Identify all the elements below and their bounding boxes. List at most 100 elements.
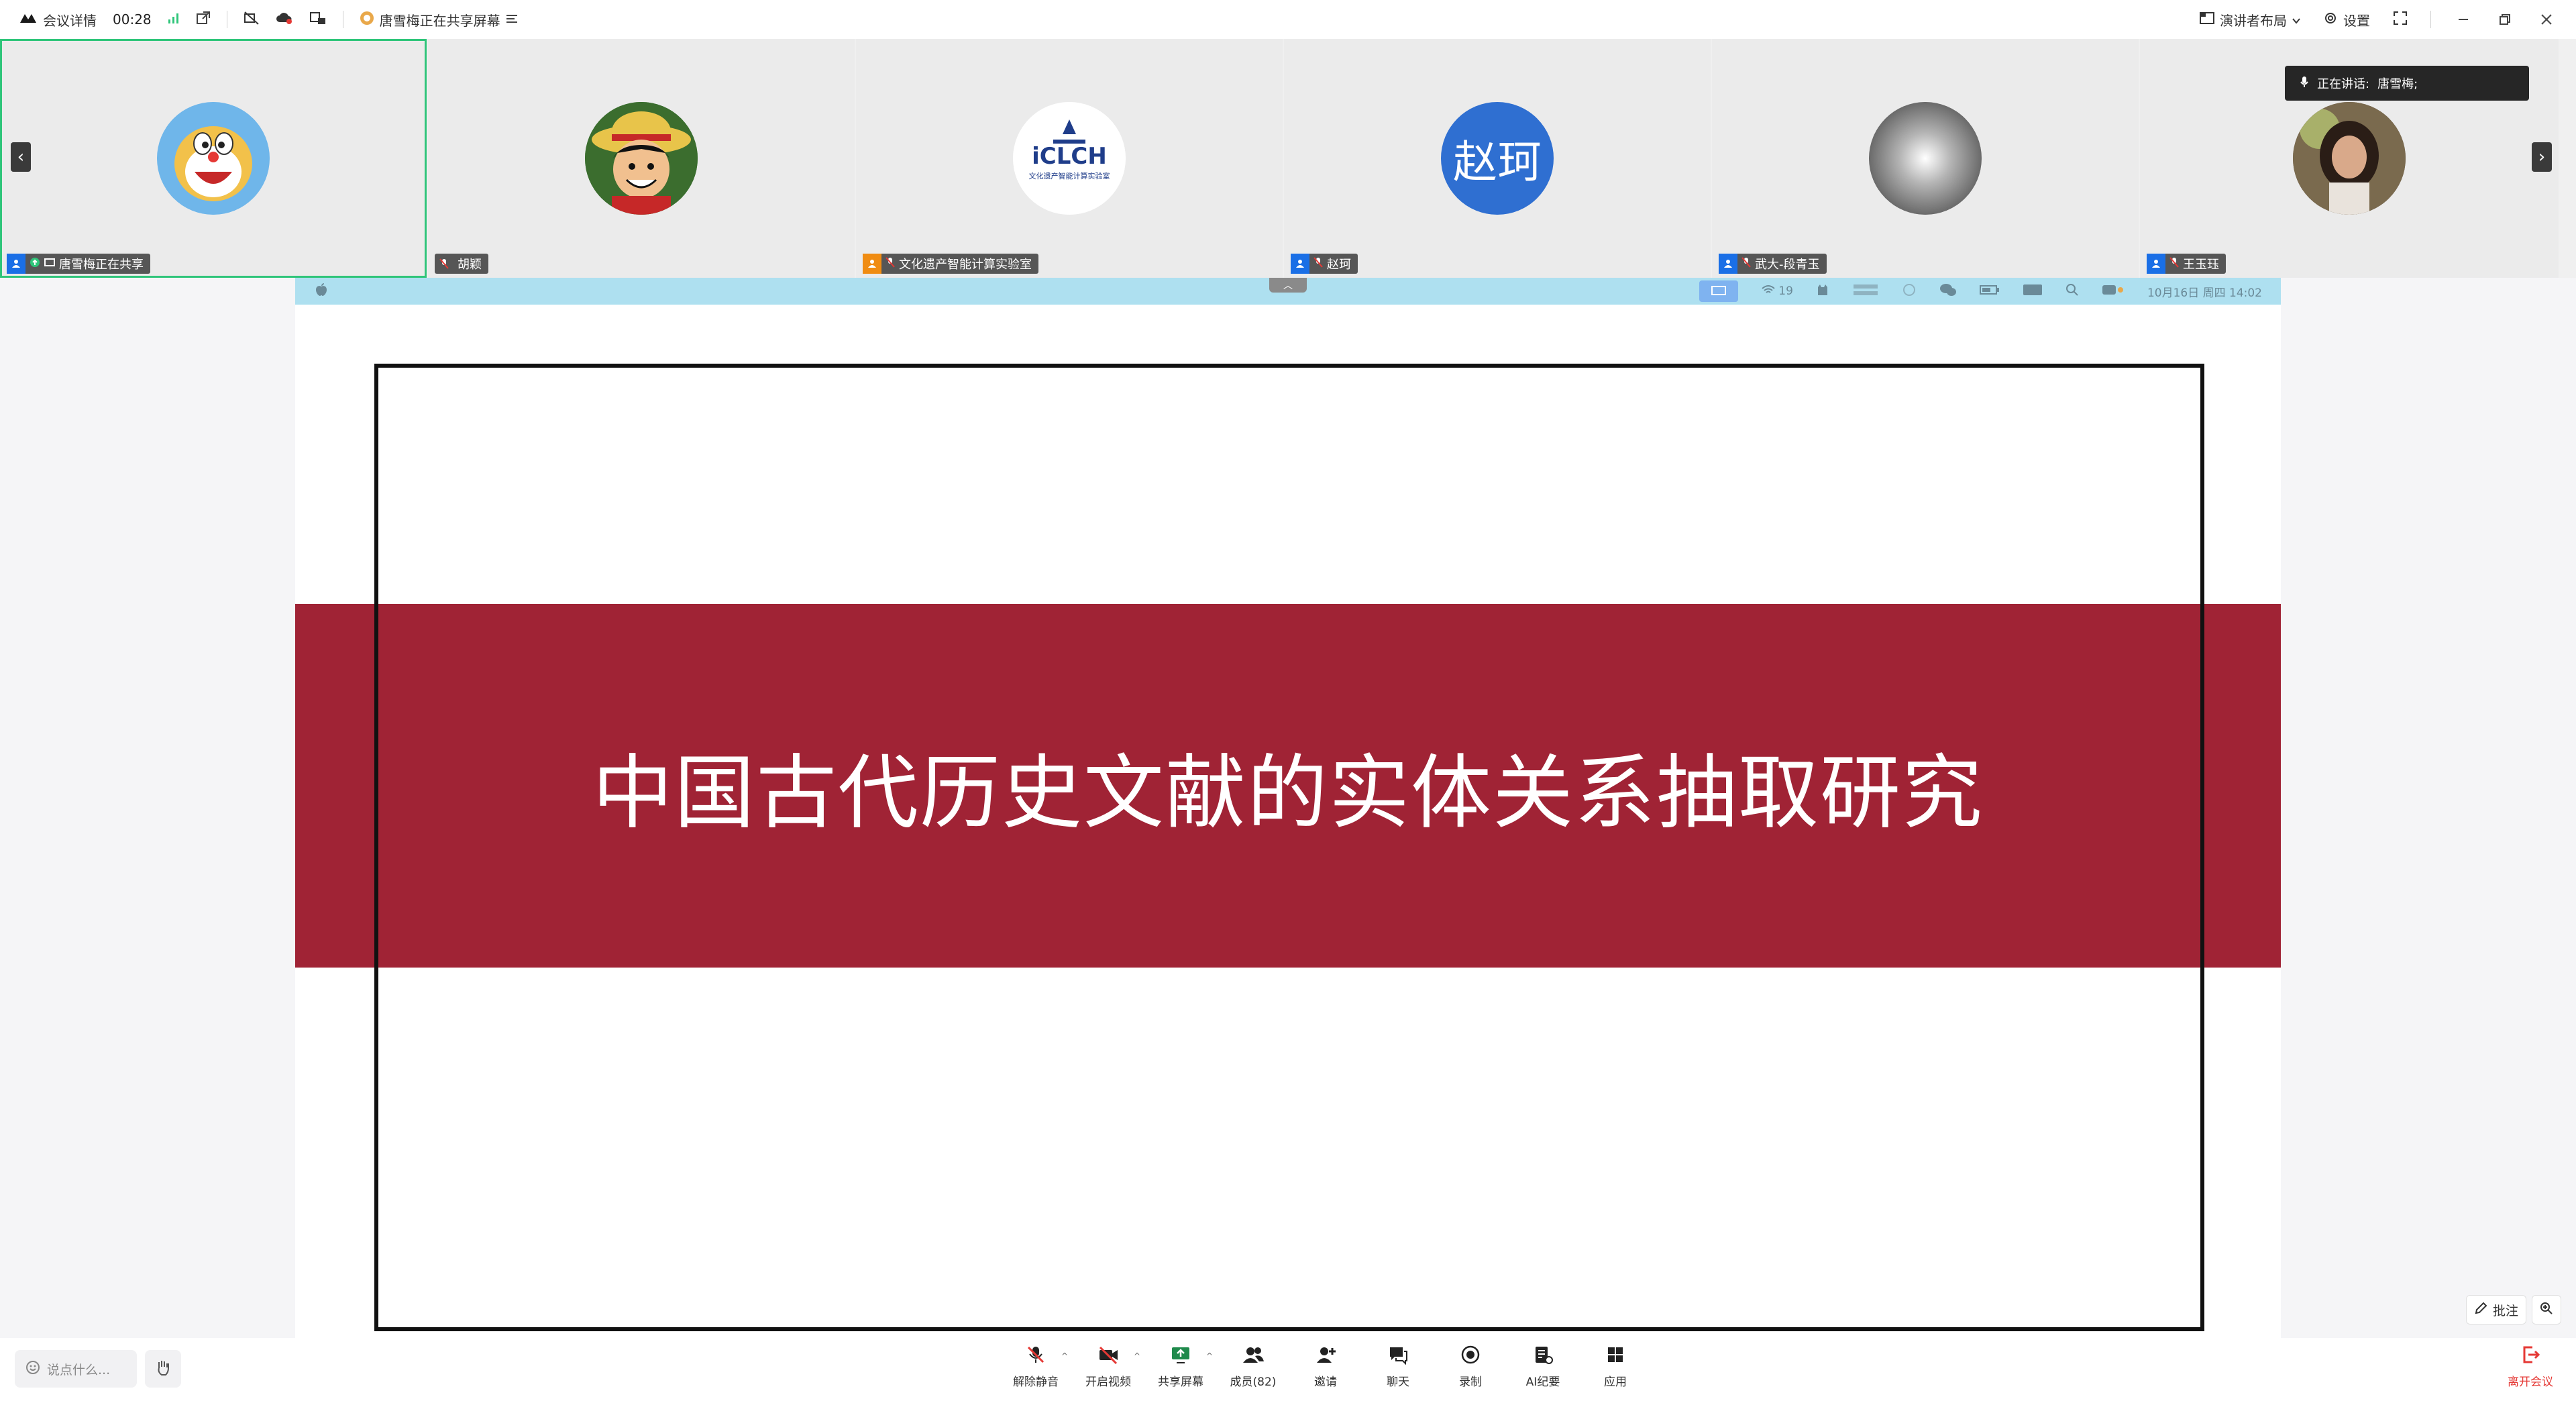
annotate-button[interactable]: 批注	[2466, 1295, 2526, 1325]
sync-icon	[1902, 282, 1917, 301]
annotate-label: 批注	[2492, 1303, 2518, 1318]
leave-meeting-button[interactable]: 离开会议	[2498, 1345, 2563, 1389]
avatar	[2293, 102, 2406, 215]
mic-muted-icon	[1026, 1345, 1046, 1368]
mic-muted-icon	[1313, 256, 1323, 271]
toolbar-label: 聊天	[1387, 1376, 1409, 1389]
screen-share-icon	[44, 257, 55, 271]
close-icon[interactable]	[2537, 10, 2556, 29]
participant-tile[interactable]: 胡颖	[428, 39, 855, 278]
participant-tile[interactable]: 唐雪梅正在共享 ‹	[0, 39, 427, 278]
cloud-record-icon[interactable]	[276, 11, 293, 29]
screen-share-icon	[1170, 1345, 1191, 1368]
members-icon	[1242, 1345, 1265, 1368]
ai-minutes-button[interactable]: AI纪要	[1507, 1345, 1579, 1389]
speaking-indicator: 正在讲话: 唐雪梅;	[2285, 66, 2529, 101]
sharing-status[interactable]: 唐雪梅正在共享屏幕	[360, 10, 518, 30]
shared-screen: 19 10月16日 周四 14:02 ︿ 中国古代历史文献的实体关系抽取研究	[295, 278, 2281, 1338]
participant-tile[interactable]: 赵珂 赵珂	[1284, 39, 1711, 278]
collapse-share-toolbar-button[interactable]: ︿	[1269, 278, 1307, 293]
toolbar-label: 邀请	[1314, 1376, 1337, 1389]
wifi-status: 19	[1761, 284, 1793, 299]
toolbar-label: 开启视频	[1085, 1376, 1131, 1389]
iclch-logo-text: iCLCH	[1032, 143, 1107, 170]
share-screen-button[interactable]: ^ 共享屏幕	[1144, 1345, 1217, 1389]
pencil-icon	[2474, 1302, 2487, 1318]
participant-tile[interactable]: 王玉珏 正在讲话: 唐雪梅; ›	[2140, 39, 2559, 278]
meeting-toolbar: 说点什么... ^ 解除静音 ^ 开启视频 ^ 共享屏幕 成员(82) 邀请 聊…	[0, 1338, 2576, 1401]
battery-icon	[1979, 284, 2000, 299]
emoji-icon	[25, 1360, 40, 1378]
toolbar-label: 解除静音	[1013, 1376, 1059, 1389]
host-icon	[2147, 254, 2165, 274]
participant-tile[interactable]: 武大-段青玉	[1712, 39, 2139, 278]
start-video-button[interactable]: ^ 开启视频	[1072, 1345, 1144, 1389]
share-lock-icon[interactable]	[309, 11, 327, 29]
avatar	[157, 102, 270, 215]
host-icon	[1719, 254, 1737, 274]
popout-icon[interactable]	[196, 11, 211, 29]
caret-icon[interactable]: ^	[1134, 1351, 1140, 1361]
participant-strip: 唐雪梅正在共享 ‹ 胡颖 iCLCH 文化遗产智能计算实验室 文化遗产智能计算实…	[0, 39, 2576, 278]
chevron-down-icon	[2292, 11, 2300, 28]
layout-icon	[2200, 11, 2214, 28]
menubar-status-items: 19 10月16日 周四 14:02	[1699, 280, 2281, 302]
strip-prev-button[interactable]: ‹	[11, 142, 31, 172]
quick-chat-input[interactable]: 说点什么...	[15, 1350, 137, 1388]
apps-button[interactable]: 应用	[1579, 1345, 1652, 1389]
record-icon	[1460, 1345, 1481, 1368]
participant-tile[interactable]: iCLCH 文化遗产智能计算实验室 文化遗产智能计算实验室	[856, 39, 1283, 278]
zoom-button[interactable]	[2532, 1295, 2561, 1325]
minimize-icon[interactable]	[2454, 10, 2473, 29]
apple-icon	[315, 282, 327, 300]
wifi-count: 19	[1778, 284, 1793, 298]
meeting-top-bar: 会议详情 00:28 唐雪梅正在共享屏幕 演讲者布局 设置	[0, 0, 2576, 39]
strip-next-button[interactable]: ›	[2532, 142, 2552, 172]
participant-name: 文化遗产智能计算实验室	[899, 258, 1032, 272]
search-icon	[2065, 283, 2079, 300]
speaking-label: 正在讲话:	[2317, 77, 2370, 91]
chevron-up-icon: ︿	[1283, 280, 1293, 291]
mic-muted-icon	[2169, 256, 2179, 271]
wifi-icon	[1761, 284, 1776, 299]
record-button[interactable]: 录制	[1434, 1345, 1507, 1389]
avatar-initials: 赵珂	[1453, 136, 1542, 188]
toolbar-label: 成员(82)	[1230, 1376, 1277, 1389]
avatar: 赵珂	[1441, 102, 1554, 215]
menu-lines-icon	[506, 11, 518, 28]
participant-name-tag: 王玉珏	[2147, 254, 2226, 274]
participant-name: 胡颖	[458, 258, 482, 272]
participant-name-tag: 胡颖	[435, 254, 488, 274]
unmute-button[interactable]: ^ 解除静音	[1000, 1345, 1072, 1389]
participant-name-tag: 唐雪梅正在共享	[7, 254, 150, 274]
video-off-icon	[1097, 1345, 1119, 1368]
raise-hand-button[interactable]	[145, 1350, 181, 1388]
menubar-datetime: 10月16日 周四 14:02	[2147, 286, 2262, 300]
cohost-icon	[863, 254, 881, 274]
host-icon	[7, 254, 25, 274]
invite-button[interactable]: 邀请	[1289, 1345, 1362, 1389]
leave-icon	[2520, 1345, 2540, 1368]
restore-icon[interactable]	[2496, 10, 2514, 29]
keyboard-icon	[2023, 283, 2043, 300]
caret-icon[interactable]: ^	[1206, 1351, 1213, 1361]
meeting-details-label: 会议详情	[43, 12, 97, 29]
leave-label: 离开会议	[2508, 1376, 2553, 1389]
toolbar-label: 录制	[1459, 1376, 1482, 1389]
layout-button[interactable]: 演讲者布局	[2200, 10, 2300, 30]
members-button[interactable]: 成员(82)	[1217, 1345, 1289, 1389]
host-icon	[1291, 254, 1309, 274]
participant-name: 武大-段青玉	[1755, 258, 1820, 272]
settings-button[interactable]: 设置	[2323, 10, 2370, 30]
video-off-icon[interactable]	[244, 11, 260, 29]
participant-name: 王玉珏	[2183, 258, 2219, 272]
fullscreen-icon[interactable]	[2393, 11, 2408, 29]
meeting-details[interactable]: 会议详情	[19, 10, 97, 30]
toolbar-label: 应用	[1604, 1376, 1627, 1389]
chat-button[interactable]: 聊天	[1362, 1345, 1434, 1389]
mic-muted-icon	[885, 256, 895, 271]
caret-icon[interactable]: ^	[1061, 1351, 1068, 1361]
wechat-icon	[1939, 282, 1957, 301]
signal-icon[interactable]	[168, 11, 180, 28]
hand-icon	[155, 1359, 171, 1379]
